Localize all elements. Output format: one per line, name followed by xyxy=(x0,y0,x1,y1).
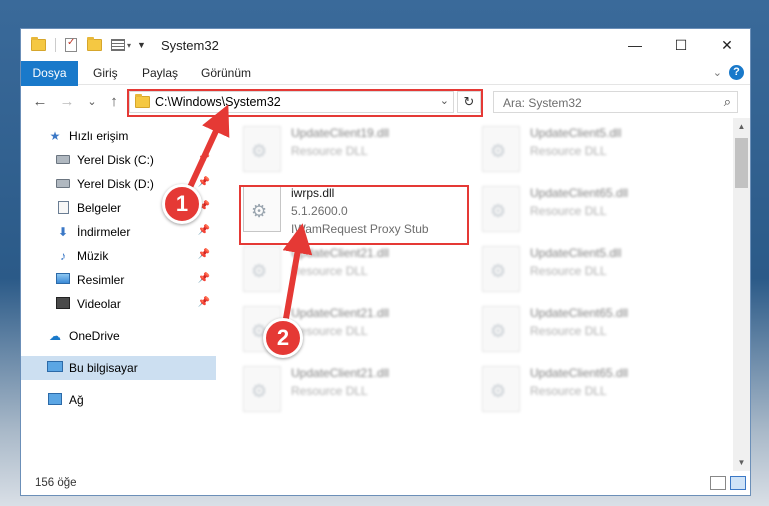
callout-badge-2: 2 xyxy=(263,318,303,358)
callout-arrows xyxy=(183,104,313,331)
arrow-1-line xyxy=(183,104,230,198)
arrow-2-line xyxy=(281,223,313,331)
callout-badge-1: 1 xyxy=(162,184,202,224)
